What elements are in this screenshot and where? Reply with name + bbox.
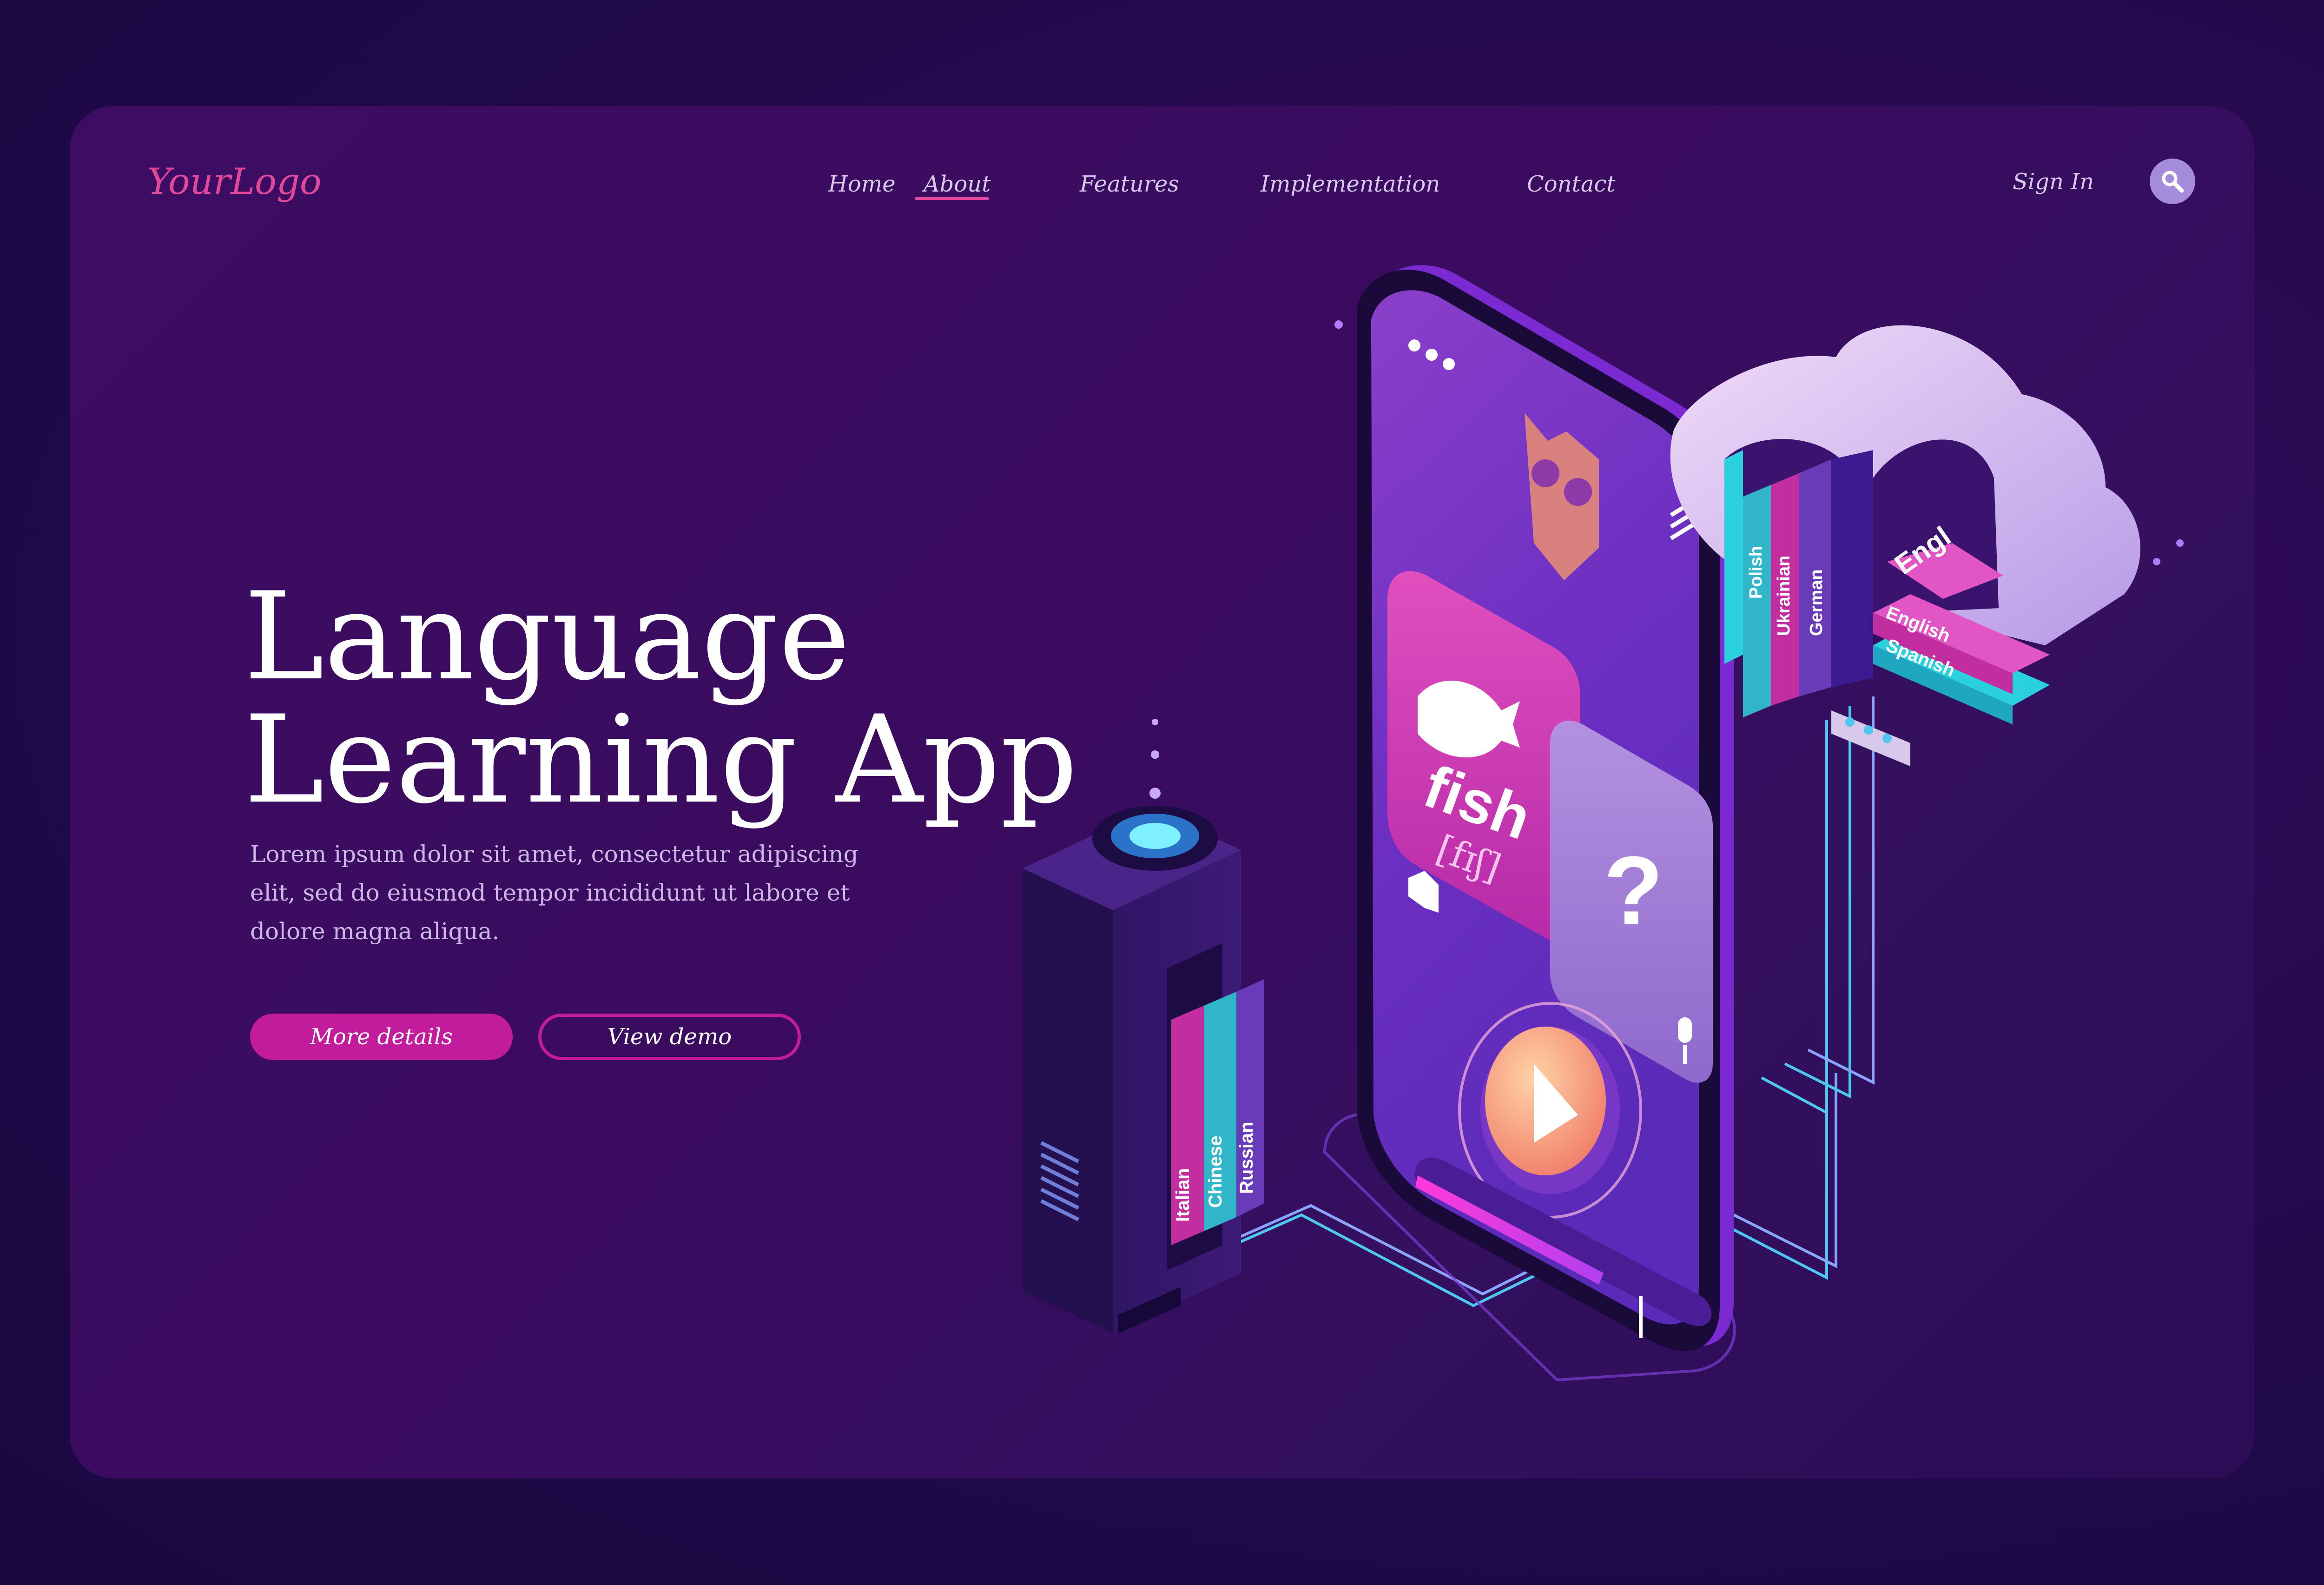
book-ukrainian: Ukrainian (1774, 556, 1794, 636)
book-russian: Russian (1236, 1121, 1257, 1194)
book-chinese: Chinese (1205, 1135, 1226, 1208)
server-books: Italian Chinese Russian (1171, 979, 1264, 1245)
landing-card: YourLogo Home About Features Implementat… (70, 106, 2254, 1479)
book-german: German (1807, 569, 1826, 636)
question-mark: ? (1604, 836, 1663, 945)
illustration: Italian Chinese Russian fish [fɪʃ] ? Pol… (1023, 265, 2184, 1382)
connector-port (1831, 710, 1910, 766)
book-polish: Polish (1746, 546, 1766, 599)
book-italian: Italian (1173, 1168, 1193, 1222)
